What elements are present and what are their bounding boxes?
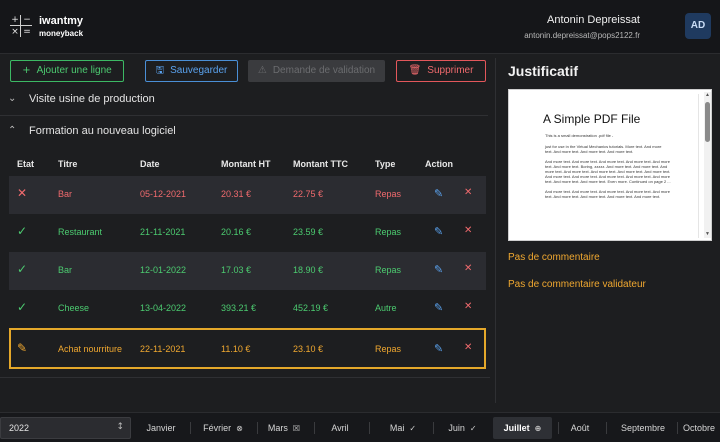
justificatif-title: Justificatif (508, 63, 579, 79)
column-header-action: Action (425, 159, 453, 169)
check-icon: ✓ (17, 300, 28, 314)
month-juin[interactable]: Juin ✓ (440, 417, 485, 439)
trash-icon: 🗑 (408, 65, 422, 76)
section-formation-logiciel[interactable]: ⌃ Formation au nouveau logiciel (0, 116, 488, 148)
delete-x-icon[interactable]: ✕ (464, 225, 472, 236)
pdf-title: A Simple PDF File (543, 112, 641, 126)
month-avril[interactable]: Avril (320, 417, 360, 439)
calculator-logo-icon: + − × = (10, 15, 32, 37)
check-icon: ✓ (17, 262, 28, 276)
month-septembre[interactable]: Septembre (614, 417, 672, 439)
delete-x-icon[interactable]: ✕ (464, 301, 472, 312)
table-row-selected[interactable]: ✎ Achat nourriture 22-11-2021 11.10 € 23… (9, 328, 486, 369)
chevron-down-icon: ⌄ (8, 93, 17, 104)
month-janvier[interactable]: Janvier (139, 417, 183, 439)
delete-x-icon[interactable]: ✕ (464, 263, 472, 274)
divider (0, 377, 490, 378)
table-row[interactable]: ✓ Cheese 13-04-2022 393.21 € 452.19 € Au… (9, 290, 486, 328)
column-header-date: Date (140, 159, 160, 169)
save-icon: 🖫 (155, 65, 165, 76)
edit-pencil-icon[interactable]: ✎ (434, 187, 443, 200)
column-header-type: Type (375, 159, 396, 169)
column-header-montant-ht: Montant HT (221, 159, 271, 169)
avatar[interactable]: AD (685, 13, 711, 39)
add-line-button[interactable]: + Ajouter une ligne (10, 60, 124, 82)
section-visite-usine[interactable]: ⌄ Visite usine de production (0, 84, 488, 116)
user-name: Antonin Depreissat (547, 14, 640, 26)
month-octobre[interactable]: Octobre (683, 417, 720, 439)
year-select[interactable]: 2022 ↕ (0, 417, 131, 439)
check-icon: ✓ (409, 424, 417, 433)
column-header-titre: Titre (58, 159, 78, 169)
month-juillet[interactable]: Juillet ⊕ (493, 417, 552, 439)
scroll-thumb[interactable] (705, 102, 710, 142)
sort-arrows-icon: ↕ (116, 422, 124, 432)
user-email: antonin.depreissat@pops2122.fr (524, 31, 640, 40)
month-navigation-bar: 2022 ↕ Janvier Février ⊗ Mars ☒ Avril Mai ✓… (0, 412, 720, 442)
circle-x-icon: ⊗ (236, 424, 243, 433)
table-row[interactable]: ✓ Restaurant 21-11-2021 20.16 € 23.59 € … (9, 214, 486, 252)
check-icon: ✓ (17, 224, 28, 238)
section-title: Visite usine de production (29, 93, 155, 105)
section-title: Formation au nouveau logiciel (29, 125, 176, 137)
month-mai[interactable]: Mai ✓ (383, 417, 423, 439)
table-row[interactable]: ✓ Bar 12-01-2022 17.03 € 18.90 € Repas ✎… (9, 252, 486, 290)
delete-x-icon[interactable]: ✕ (464, 187, 472, 198)
delete-button[interactable]: 🗑 Supprimer (396, 60, 486, 82)
brand-name: iwantmy (39, 15, 84, 27)
pdf-scrollbar[interactable]: ▲ ▼ (704, 92, 711, 238)
table-row[interactable]: ✕ Bar 05-12-2021 20.31 € 22.75 € Repas ✎… (9, 176, 486, 214)
month-fevrier[interactable]: Février ⊗ (195, 417, 251, 439)
column-header-etat: Etat (17, 159, 35, 169)
circle-plus-icon: ⊕ (534, 424, 542, 433)
validator-comment-text: Pas de commentaire validateur (508, 279, 646, 290)
scroll-down-icon[interactable]: ▼ (705, 231, 710, 237)
edit-pencil-icon[interactable]: ✎ (434, 342, 443, 355)
panel-divider (495, 58, 496, 403)
warning-icon: ⚠ (257, 65, 267, 76)
app-header: + − × = iwantmy moneyback Antonin Deprei… (0, 0, 720, 54)
plus-icon: + (22, 65, 31, 76)
request-validation-button[interactable]: ⚠ Demande de validation (248, 60, 385, 82)
delete-x-icon[interactable]: ✕ (464, 342, 472, 353)
x-icon: ✕ (17, 186, 28, 200)
save-button[interactable]: 🖫 Sauvegarder (145, 60, 238, 82)
edit-pencil-icon[interactable]: ✎ (434, 225, 443, 238)
brand-subname: moneyback (39, 29, 84, 38)
box-x-icon: ☒ (292, 424, 301, 433)
comment-text: Pas de commentaire (508, 252, 600, 263)
month-aout[interactable]: Août (562, 417, 598, 439)
check-icon: ✓ (469, 424, 477, 433)
pencil-icon: ✎ (17, 341, 28, 355)
edit-pencil-icon[interactable]: ✎ (434, 263, 443, 276)
column-header-montant-ttc: Montant TTC (293, 159, 348, 169)
edit-pencil-icon[interactable]: ✎ (434, 301, 443, 314)
month-mars[interactable]: Mars ☒ (262, 417, 306, 439)
pdf-viewer[interactable]: A Simple PDF File This is a small demons… (508, 89, 712, 241)
scroll-up-icon[interactable]: ▲ (705, 92, 710, 98)
chevron-up-icon: ⌃ (8, 125, 17, 136)
pdf-page: A Simple PDF File This is a small demons… (515, 94, 699, 238)
